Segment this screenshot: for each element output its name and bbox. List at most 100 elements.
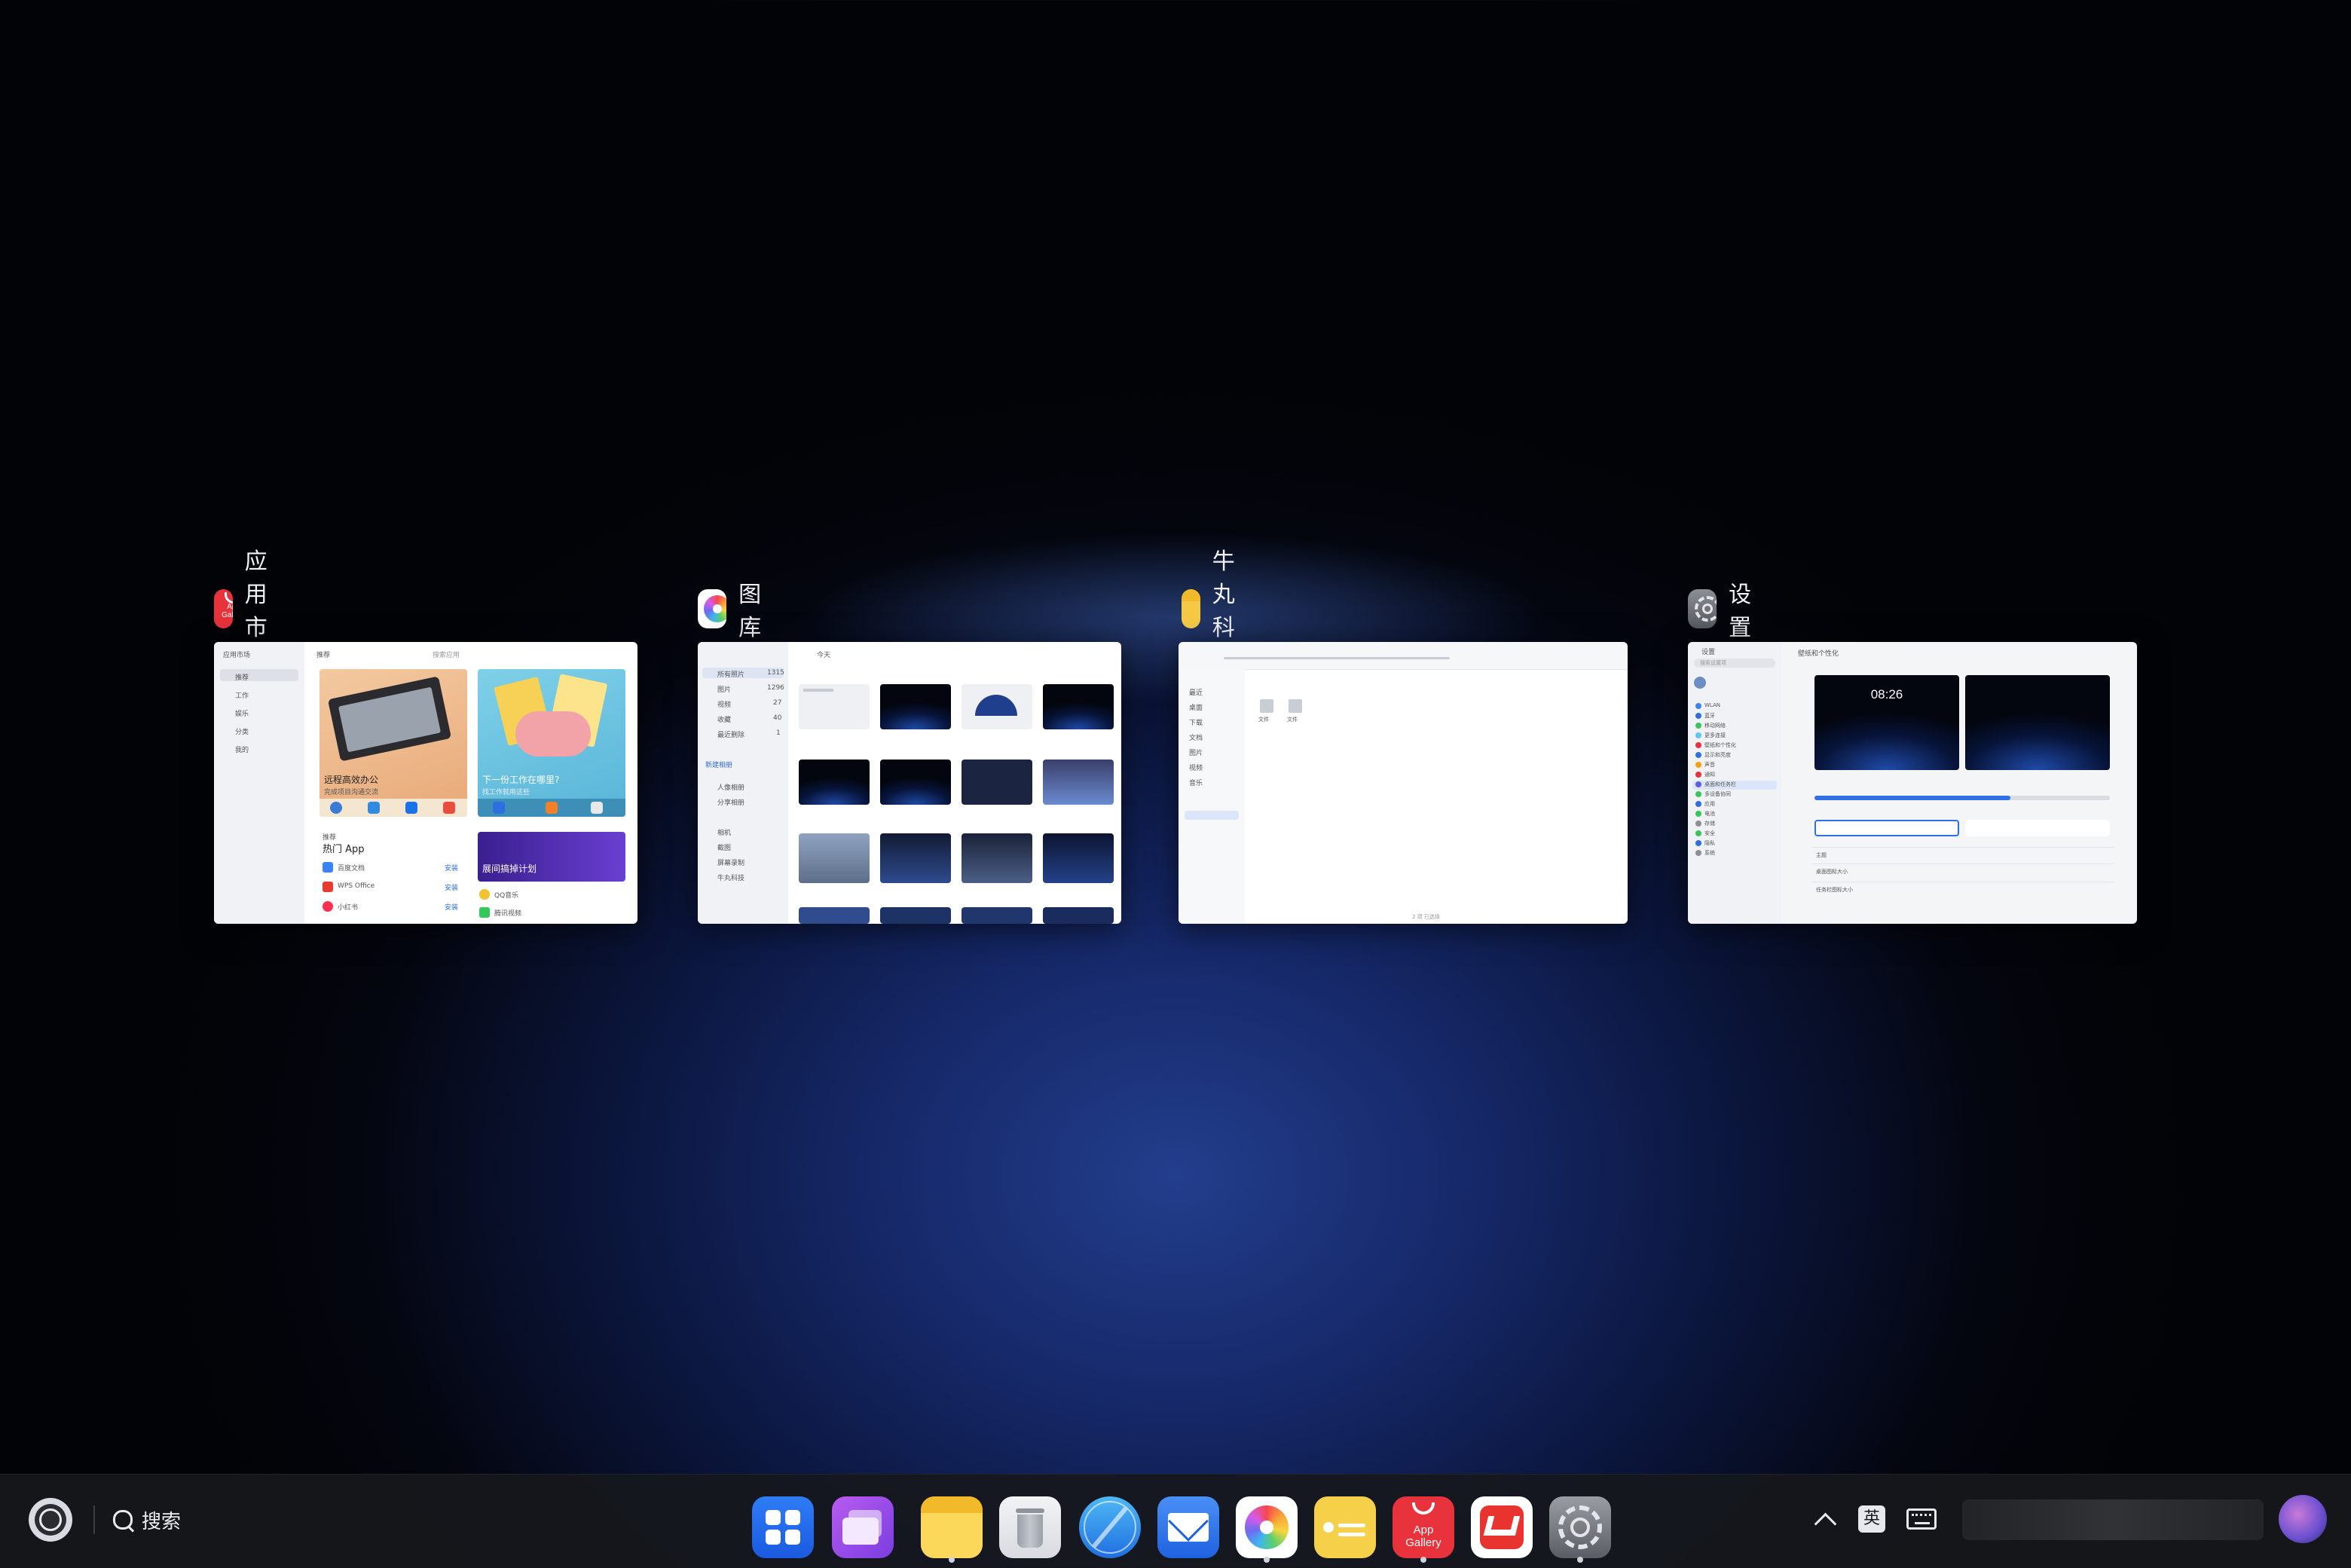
sidebar-item: 图片 [1189, 750, 1203, 757]
nav-item: 娱乐 [235, 711, 249, 718]
install-button[interactable]: 安装 [445, 882, 458, 892]
sidebar-item: 牛丸科技 [717, 875, 745, 882]
section-title: 热门 App [323, 844, 365, 855]
page-header: 推荐 [316, 652, 331, 659]
banner-title: 下一份工作在哪里? [482, 775, 560, 785]
mail-icon[interactable] [1157, 1496, 1219, 1558]
search-icon [110, 1507, 136, 1533]
sidebar-item: 桌面 [1189, 705, 1203, 712]
folder-icon [1182, 589, 1200, 628]
sidebar-item: 文档 [1189, 735, 1203, 742]
settings-item-icon [1695, 762, 1701, 768]
window-header-files[interactable]: 牛丸科技 [1182, 549, 1255, 674]
app-icon [323, 901, 333, 912]
sidebar-item: 相机 [717, 830, 732, 837]
search-label: 搜索 [142, 1510, 182, 1533]
settings-item-label: 通知 [1704, 772, 1715, 778]
file-icon [1260, 699, 1273, 713]
trash-icon[interactable] [999, 1496, 1061, 1558]
status-bar: 2 项 已选择 [1412, 914, 1440, 920]
window-title: 设置 [1729, 582, 1752, 641]
window-thumbnail[interactable]: 设置 搜索设置项 WLAN 蓝牙 移动网络 更多连接 壁纸和个性化 显示和亮度 声音 通知 桌面… [1688, 642, 2137, 924]
running-indicator [1577, 1557, 1583, 1563]
window-title: 图库 [738, 582, 762, 641]
settings-item-label: 存储 [1704, 821, 1715, 827]
app-name: 腾讯视频 [494, 910, 522, 918]
banner-subtitle: 找工作就用这些 [482, 789, 530, 796]
assistant-button[interactable] [29, 1498, 72, 1542]
gallery-icon [698, 589, 727, 628]
photo-thumb [961, 833, 1032, 883]
running-indicator [1264, 1557, 1270, 1563]
settings-icon[interactable] [1549, 1496, 1611, 1558]
theme-option[interactable] [1965, 820, 2110, 836]
install-button[interactable]: 安装 [445, 902, 458, 912]
app-icon [323, 862, 333, 873]
wallpaper-preview-home [1965, 675, 2110, 770]
photo-thumb [799, 760, 870, 805]
sidebar-title: 设置 [1701, 649, 1716, 656]
browser-icon[interactable] [1079, 1496, 1141, 1558]
app-launcher-icon[interactable] [752, 1496, 814, 1558]
settings-item-label: 桌面和任务栏 [1704, 781, 1736, 787]
files-icon[interactable] [921, 1496, 983, 1558]
window-header-app-market[interactable]: AppGallery 应用市场 [214, 549, 288, 674]
settings-item-icon [1695, 742, 1701, 748]
photo-thumb [880, 684, 951, 729]
banner-job-search: 下一份工作在哪里? 找工作就用这些 [478, 669, 625, 817]
sidebar-item: 截图 [717, 845, 732, 852]
window-thumbnail[interactable]: 应用市场 推荐 工作 娱乐 分类 我的 推荐 搜索应用 远程高效办公 完成项目沟… [214, 642, 637, 924]
settings-item-label: 应用 [1704, 801, 1715, 807]
sidebar-item: 下载 [1189, 720, 1203, 727]
search-field: 搜索设置项 [1700, 660, 1726, 666]
keyboard-icon[interactable] [1906, 1508, 1937, 1530]
new-album-link: 新建相册 [705, 762, 733, 769]
theme-option[interactable] [1814, 820, 1959, 836]
photo-thumb [961, 684, 1032, 729]
nav-item: 推荐 [235, 674, 249, 682]
app-gallery-icon[interactable]: App Gallery [1393, 1496, 1454, 1558]
window-thumbnail[interactable]: 最近 桌面 下载 文档 图片 视频 音乐 文件 文件 2 项 已选择 [1179, 642, 1628, 924]
photo-thumb [1043, 833, 1114, 883]
settings-item-icon [1695, 781, 1701, 787]
file-name: 文件 [1287, 717, 1298, 723]
brightness-slider[interactable] [1814, 796, 2010, 800]
page-header: 今天 [817, 652, 831, 659]
photo-thumb [799, 833, 870, 883]
settings-item-icon [1695, 752, 1701, 758]
taskbar-search[interactable]: 搜索 [110, 1502, 181, 1537]
app-name: QQ音乐 [494, 892, 519, 900]
running-indicator [1420, 1557, 1426, 1563]
settings-item-icon [1695, 713, 1701, 719]
install-button[interactable]: 安装 [445, 863, 458, 873]
settings-item-label: 系统 [1704, 850, 1715, 856]
sidebar: 应用市场 推荐 工作 娱乐 分类 我的 [214, 642, 304, 924]
window-thumbnail[interactable]: 所有照片 图片 视频 收藏 最近删除 1315 1296 27 40 1 新建相… [698, 642, 1121, 924]
nav-item: 分类 [235, 729, 249, 736]
settings-item-label: 隐私 [1704, 840, 1715, 846]
settings-item-label: 更多连接 [1704, 732, 1726, 738]
wallpaper-preview-lock: 08:26 [1814, 675, 1959, 770]
settings-item-label: 声音 [1704, 762, 1715, 768]
sidebar-title: 应用市场 [223, 652, 251, 659]
promo-banner: 展间搞掉计划 [478, 832, 625, 882]
item-count: 27 [773, 699, 782, 707]
status-area [1962, 1499, 2264, 1540]
ime-indicator[interactable]: 英 [1858, 1505, 1885, 1533]
banner-remote-work: 远程高效办公 完成项目沟通交流 [319, 669, 467, 817]
photo-thumb [1043, 684, 1114, 729]
nav-item: 我的 [235, 747, 249, 754]
sidebar-item: 图片 [717, 686, 732, 694]
settings-item-icon [1695, 830, 1701, 836]
app-icon [323, 882, 333, 892]
window-header-settings[interactable]: 设置 [1688, 582, 1762, 641]
notification-center-icon[interactable] [2279, 1495, 2327, 1543]
window-header-gallery[interactable]: 图库 [698, 582, 772, 641]
multitask-icon[interactable] [832, 1496, 894, 1558]
wps-icon[interactable] [1471, 1496, 1533, 1558]
settings-item-label: 电池 [1704, 811, 1715, 817]
gallery-icon[interactable] [1236, 1496, 1298, 1558]
notes-icon[interactable] [1314, 1496, 1376, 1558]
sidebar-item: 音乐 [1189, 780, 1203, 787]
running-indicator [949, 1557, 955, 1563]
